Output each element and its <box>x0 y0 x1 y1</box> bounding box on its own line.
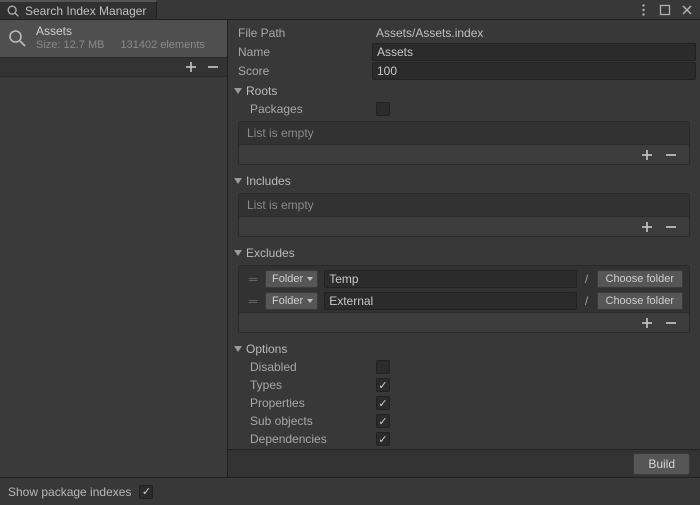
choose-folder-button[interactable]: Choose folder <box>597 292 684 310</box>
maximize-icon[interactable] <box>658 3 672 17</box>
name-label: Name <box>232 45 372 59</box>
path-separator: / <box>583 272 591 286</box>
kebab-menu-icon[interactable] <box>636 3 650 17</box>
includes-remove-button[interactable] <box>663 219 679 235</box>
foldout-open-icon <box>234 177 242 185</box>
excludes-list: ═ Folder / Choose folder ═ Folder / Choo… <box>238 265 690 333</box>
score-input[interactable] <box>372 62 696 80</box>
index-list-item[interactable]: Assets Size: 12.7 MB 131402 elements <box>0 20 227 57</box>
option-label: Disabled <box>250 360 376 374</box>
path-separator: / <box>583 294 591 308</box>
name-input[interactable] <box>372 43 696 61</box>
option-row: Sub objects✓ <box>250 412 696 430</box>
roots-list: List is empty <box>238 121 690 165</box>
index-name: Assets <box>36 24 221 39</box>
sidebar-toolbar <box>0 57 227 77</box>
option-row: Dependencies✓ <box>250 430 696 448</box>
option-row: Disabled <box>250 358 696 376</box>
option-label: Sub objects <box>250 414 376 428</box>
option-row: Types✓ <box>250 376 696 394</box>
option-label: Dependencies <box>250 432 376 446</box>
close-icon[interactable] <box>680 3 694 17</box>
index-elements: 131402 elements <box>120 39 204 53</box>
packages-checkbox[interactable] <box>376 102 390 116</box>
search-icon <box>6 4 20 18</box>
excludes-remove-button[interactable] <box>663 315 679 331</box>
build-button[interactable]: Build <box>633 453 690 475</box>
excludes-header[interactable]: Excludes <box>232 243 696 262</box>
packages-label: Packages <box>250 102 376 116</box>
roots-add-button[interactable] <box>639 147 655 163</box>
excludes-add-button[interactable] <box>639 315 655 331</box>
window-footer: Show package indexes ✓ <box>0 477 700 505</box>
index-size: Size: 12.7 MB <box>36 39 104 53</box>
options-header[interactable]: Options <box>232 339 696 358</box>
drag-handle-icon[interactable]: ═ <box>245 272 259 286</box>
foldout-open-icon <box>234 345 242 353</box>
roots-header[interactable]: Roots <box>232 81 696 100</box>
window-title: Search Index Manager <box>25 4 146 18</box>
sidebar: Assets Size: 12.7 MB 131402 elements <box>0 20 228 477</box>
option-label: Types <box>250 378 376 392</box>
show-package-indexes-label: Show package indexes <box>8 485 131 499</box>
exclude-value-input[interactable] <box>324 270 576 288</box>
window-tab[interactable]: Search Index Manager <box>0 0 157 19</box>
show-package-indexes-checkbox[interactable]: ✓ <box>139 485 153 499</box>
includes-header[interactable]: Includes <box>232 171 696 190</box>
includes-add-button[interactable] <box>639 219 655 235</box>
details-panel: File Path Assets/Assets.index Name Score… <box>228 20 700 477</box>
exclude-type-dropdown[interactable]: Folder <box>265 270 318 288</box>
option-checkbox[interactable]: ✓ <box>376 432 390 446</box>
score-label: Score <box>232 64 372 78</box>
exclude-type-dropdown[interactable]: Folder <box>265 292 318 310</box>
roots-remove-button[interactable] <box>663 147 679 163</box>
choose-folder-button[interactable]: Choose folder <box>597 270 684 288</box>
option-checkbox[interactable]: ✓ <box>376 414 390 428</box>
foldout-open-icon <box>234 87 242 95</box>
exclude-row: ═ Folder / Choose folder <box>239 268 689 290</box>
exclude-row: ═ Folder / Choose folder <box>239 290 689 312</box>
option-checkbox[interactable]: ✓ <box>376 378 390 392</box>
drag-handle-icon[interactable]: ═ <box>245 294 259 308</box>
includes-list: List is empty <box>238 193 690 237</box>
file-path-label: File Path <box>232 26 372 40</box>
titlebar-controls <box>630 0 700 19</box>
remove-index-button[interactable] <box>205 59 221 75</box>
option-label: Properties <box>250 396 376 410</box>
exclude-value-input[interactable] <box>324 292 576 310</box>
foldout-open-icon <box>234 249 242 257</box>
option-row: Properties✓ <box>250 394 696 412</box>
roots-empty-text: List is empty <box>239 122 689 144</box>
add-index-button[interactable] <box>183 59 199 75</box>
includes-empty-text: List is empty <box>239 194 689 216</box>
option-checkbox[interactable]: ✓ <box>376 396 390 410</box>
details-bottom-bar: Build <box>228 449 700 477</box>
file-path-value: Assets/Assets.index <box>372 24 696 42</box>
option-checkbox[interactable] <box>376 360 390 374</box>
titlebar: Search Index Manager <box>0 0 700 20</box>
magnifier-icon <box>6 27 28 49</box>
main-content: Assets Size: 12.7 MB 131402 elements Fil… <box>0 20 700 477</box>
